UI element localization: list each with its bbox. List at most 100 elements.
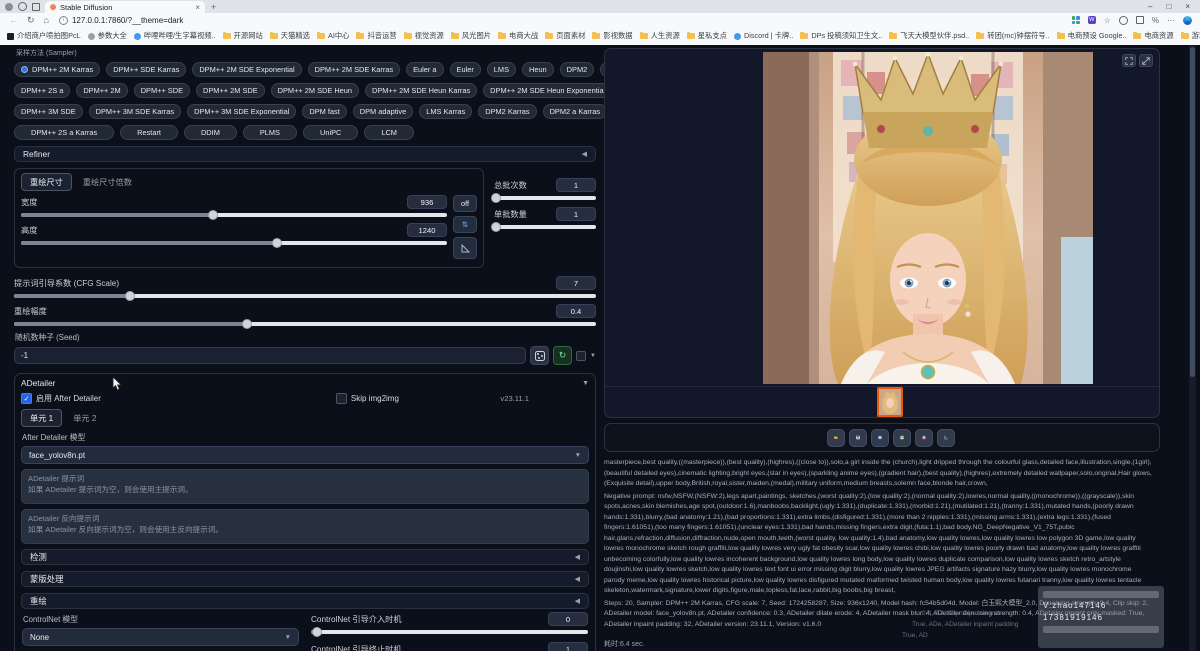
new-tab-button[interactable]: + [211, 2, 216, 12]
browser-tab[interactable]: Stable Diffusion × [45, 1, 205, 13]
scrollbar-thumb[interactable] [1190, 47, 1195, 377]
sampler-option[interactable]: PLMS [243, 125, 297, 140]
sampler-option[interactable]: DPM++ 2M SDE [196, 83, 265, 98]
bookmark-item[interactable]: 人生资源 [640, 31, 680, 41]
sampler-option[interactable]: LCM [364, 125, 414, 140]
sampler-option[interactable]: Euler [450, 62, 481, 77]
sampler-option[interactable]: Restart [120, 125, 178, 140]
bookmark-item[interactable]: 风光图片 [451, 31, 491, 41]
send-to-inpaint-button[interactable] [937, 429, 955, 447]
seed-input[interactable] [14, 347, 526, 364]
bookmark-item[interactable]: 天猫精选 [270, 31, 310, 41]
sampler-option[interactable]: Heun [522, 62, 554, 77]
denoise-value[interactable]: 0.4 [556, 304, 596, 318]
sampler-option[interactable]: DPM++ 2S a Karras [14, 125, 114, 140]
bookmark-item[interactable]: DPs 投稿须知卫生文.. [800, 31, 882, 41]
controlnet-model-dropdown[interactable]: None ▼ [22, 628, 299, 646]
bookmark-item[interactable]: 星私支点 [687, 31, 727, 41]
sampler-option[interactable]: DPM fast [302, 104, 346, 119]
denoise-slider[interactable] [14, 322, 596, 326]
extension-icon[interactable]: W [1088, 16, 1096, 24]
batch-size-value[interactable]: 1 [556, 207, 596, 221]
browser-profile-icon[interactable] [1183, 16, 1192, 25]
split-screen-icon[interactable] [1136, 16, 1144, 24]
favorites-star-icon[interactable]: ☆ [1104, 16, 1111, 25]
tab-close-icon[interactable]: × [195, 3, 200, 12]
bookmark-item[interactable]: 抖音运营 [356, 31, 396, 41]
sampler-option[interactable]: DDIM [184, 125, 237, 140]
open-folder-button[interactable] [827, 429, 845, 447]
sampler-option[interactable]: DPM++ 2S a [14, 83, 70, 98]
cfg-slider[interactable] [14, 294, 596, 298]
workspaces-icon[interactable] [31, 2, 41, 11]
generated-image[interactable] [763, 52, 1093, 384]
sampler-option[interactable]: DPM++ SDE Karras [106, 62, 186, 77]
inpaint-accordion[interactable]: 重绘 ◀ [21, 593, 589, 609]
bookmark-item[interactable]: 飞天大模型伙伴.psd.. [889, 31, 969, 41]
adetailer-tab-1[interactable]: 单元 1 [21, 409, 62, 427]
selected-thumbnail[interactable] [877, 387, 903, 417]
back-icon[interactable]: ← [9, 15, 18, 25]
fullscreen-icon[interactable] [1122, 54, 1136, 67]
extra-seed-checkbox[interactable] [576, 351, 586, 361]
bookmark-item[interactable]: 电商预设 Google.. [1057, 31, 1127, 41]
window-close-button[interactable]: × [1185, 2, 1190, 11]
bookmark-item[interactable]: 影视数据 [592, 31, 632, 41]
url-field[interactable]: i 127.0.0.1:7860/?__theme=dark [59, 16, 1072, 25]
random-seed-button[interactable] [530, 346, 549, 365]
adetailer-model-dropdown[interactable]: face_yolov8n.pt ▼ [21, 446, 589, 464]
mask-accordion[interactable]: 蒙版处理 ◀ [21, 571, 589, 587]
sampler-option[interactable]: DPM++ SDE [134, 83, 190, 98]
bookmark-item[interactable]: 视觉资源 [404, 31, 444, 41]
aspect-ratio-button[interactable] [453, 237, 477, 259]
sampler-option[interactable]: DPM++ 2M SDE Heun [271, 83, 359, 98]
enable-adetailer-checkbox[interactable]: ✓ [21, 393, 32, 404]
height-slider[interactable] [21, 241, 447, 245]
page-scrollbar[interactable] [1189, 45, 1196, 651]
adetailer-negative-textarea[interactable]: ADetailer 反向提示词 如果 ADetailer 反向提示词为空，则会使… [21, 509, 589, 544]
width-slider[interactable] [21, 213, 447, 217]
refresh-icon[interactable]: ↻ [27, 15, 35, 26]
detection-accordion[interactable]: 检测 ◀ [21, 549, 589, 565]
save-button[interactable] [849, 429, 867, 447]
tab-resize-by[interactable]: 重绘尺寸倍数 [74, 173, 141, 191]
sampler-option[interactable]: DPM++ 3M SDE [14, 104, 83, 119]
adetailer-tab-2[interactable]: 单元 2 [64, 409, 105, 427]
seed-extra-caret-icon[interactable]: ▼ [590, 353, 596, 359]
bookmark-item[interactable]: 哔哩哔哩/生字幕视频.. [134, 31, 216, 41]
performance-icon[interactable]: % [1152, 16, 1159, 25]
skip-img2img-checkbox[interactable] [336, 393, 347, 404]
sampler-option[interactable]: LMS Karras [419, 104, 472, 119]
sampler-option[interactable]: DPM2 [560, 62, 595, 77]
tracker-icon[interactable] [1119, 16, 1128, 25]
bookmark-item[interactable]: 介绍商户喷拍图PcL [7, 31, 81, 41]
adetailer-accordion[interactable]: ADetailer ▼ [21, 378, 589, 388]
batch-size-slider[interactable] [494, 225, 596, 229]
reuse-seed-button[interactable]: ↻ [553, 346, 572, 365]
refiner-accordion[interactable]: Refiner ◀ [14, 146, 596, 162]
swap-dimensions-button[interactable]: ⇅ [453, 216, 477, 233]
history-icon[interactable] [17, 2, 27, 11]
sampler-option[interactable]: DPM++ 2M SDE Exponential [192, 62, 301, 77]
sampler-option[interactable]: DPM++ 2M SDE Heun Karras [365, 83, 477, 98]
more-menu-icon[interactable]: ⋯ [1167, 16, 1175, 25]
sampler-option[interactable]: Euler a [406, 62, 443, 77]
cfg-value[interactable]: 7 [556, 276, 596, 290]
window-minimize-button[interactable]: – [1148, 2, 1152, 11]
sampler-option[interactable]: DPM++ 2M SDE Heun Exponential [483, 83, 612, 98]
site-info-icon[interactable]: i [59, 16, 68, 25]
bookmark-item[interactable]: Discord | 卡牌.. [734, 31, 793, 41]
width-value[interactable]: 936 [407, 195, 447, 209]
sampler-option[interactable]: DPM++ 2M SDE Karras [308, 62, 400, 77]
save-zip-button[interactable] [871, 429, 889, 447]
sampler-option[interactable]: UniPC [303, 125, 358, 140]
home-icon[interactable]: ⌂ [44, 15, 49, 25]
tab-resize-to[interactable]: 重绘尺寸 [21, 173, 72, 191]
controlnet-start-value[interactable]: 0 [548, 612, 588, 626]
sampler-option[interactable]: DPM++ 2M [76, 83, 127, 98]
profile-avatar[interactable] [5, 3, 13, 11]
apps-grid-icon[interactable] [1072, 16, 1080, 24]
bookmark-item[interactable]: 转团(mc)钟摆符号.. [976, 31, 1049, 41]
send-to-extras-button[interactable] [893, 429, 911, 447]
aspect-off-button[interactable]: off [453, 195, 477, 212]
